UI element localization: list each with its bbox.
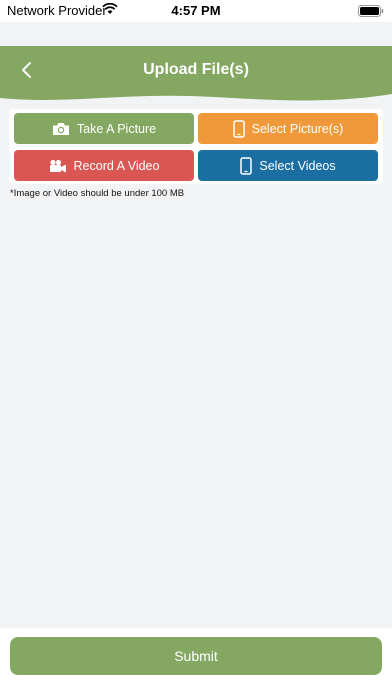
select-videos-button[interactable]: Select Videos <box>198 150 378 181</box>
phone-icon <box>232 119 245 138</box>
take-picture-label: Take A Picture <box>76 121 157 136</box>
size-limit-note: *Image or Video should be under 100 MB <box>10 188 185 199</box>
page-title: Upload File(s) <box>143 61 249 78</box>
status-spacer <box>0 22 392 46</box>
select-videos-label: Select Videos <box>259 158 336 173</box>
select-pictures-button[interactable]: Select Picture(s) <box>198 113 378 144</box>
select-pictures-label: Select Picture(s) <box>251 121 344 136</box>
record-video-button[interactable]: Record A Video <box>14 150 194 181</box>
video-camera-icon <box>49 159 67 173</box>
upload-options-card: Take A Picture Select Picture(s) Record … <box>9 109 383 184</box>
battery-icon <box>358 5 384 20</box>
footer-bar: Submit <box>0 628 392 696</box>
header-bar: Upload File(s) <box>0 46 392 104</box>
submit-button[interactable]: Submit <box>10 637 382 675</box>
record-video-label: Record A Video <box>73 158 160 173</box>
status-bar: Network Provider 4:57 PM <box>0 0 392 22</box>
status-time: 4:57 PM <box>171 3 221 18</box>
take-picture-button[interactable]: Take A Picture <box>14 113 194 144</box>
camera-icon <box>52 122 70 136</box>
phone-icon <box>240 156 253 175</box>
